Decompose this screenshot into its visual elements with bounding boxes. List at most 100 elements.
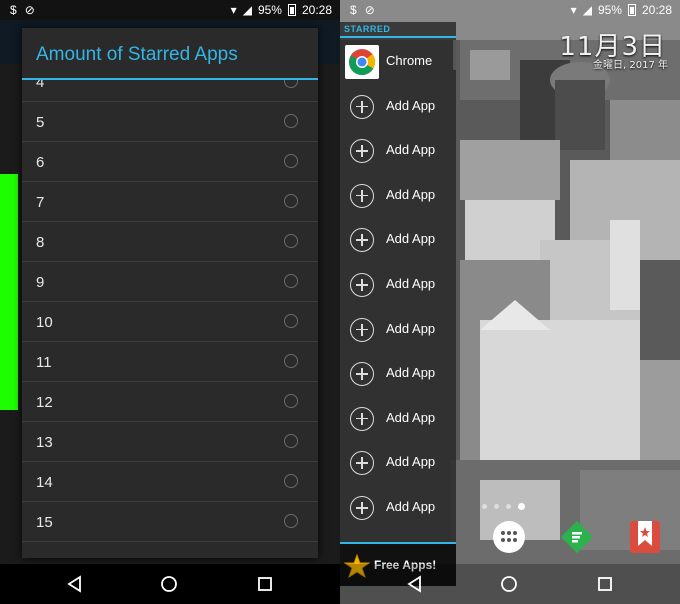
option-row[interactable]: 6: [22, 142, 318, 182]
add-icon: [350, 139, 374, 164]
home-icon[interactable]: [498, 574, 520, 594]
wunderlist-icon[interactable]: [628, 520, 662, 554]
status-time: 20:28: [301, 3, 332, 17]
add-app-slot[interactable]: Add App: [340, 441, 452, 485]
radio-button[interactable]: [284, 474, 298, 488]
radio-button[interactable]: [284, 194, 298, 208]
add-icon: [350, 406, 374, 431]
add-icon: [350, 273, 374, 297]
green-color-swatch: [0, 174, 18, 410]
feedly-icon[interactable]: [560, 520, 594, 554]
add-icon: [350, 362, 374, 387]
battery-icon: [627, 4, 636, 16]
status-bar: $ ⊘ ▾ ◢ 95% 20:28: [0, 0, 340, 20]
signal-icon: ◢: [582, 3, 592, 17]
app-label: Add App: [386, 276, 436, 291]
add-icon: [350, 317, 374, 342]
starred-header: STARRED: [340, 22, 456, 38]
starred-apps-panel: STARRED Chrome Add App Add App Add App Add A…: [340, 22, 456, 586]
back-icon[interactable]: [64, 574, 86, 594]
app-label: Add App: [386, 142, 436, 158]
option-row[interactable]: 4: [22, 80, 318, 102]
wifi-icon: ▾: [230, 3, 237, 17]
add-app-slot[interactable]: Add App: [340, 397, 452, 441]
dollar-notification-icon: $: [10, 3, 17, 17]
wifi-icon: ▾: [570, 3, 577, 17]
option-row[interactable]: 10: [22, 302, 318, 342]
app-label: Add App: [386, 409, 436, 425]
battery-percent: 95%: [257, 3, 282, 17]
navigation-bar-right: [340, 564, 680, 604]
radio-button[interactable]: [284, 80, 298, 88]
add-app-slot[interactable]: Add App: [340, 174, 452, 218]
option-row[interactable]: 14: [22, 462, 318, 502]
add-icon: [350, 496, 374, 520]
option-label: 15: [36, 514, 53, 531]
option-row[interactable]: 5: [22, 102, 318, 142]
radio-button[interactable]: [284, 314, 298, 328]
option-row[interactable]: 11: [22, 342, 318, 382]
app-label: Chrome: [386, 53, 433, 68]
app-label: Add App: [386, 97, 436, 113]
radio-button[interactable]: [284, 514, 298, 528]
add-icon: [350, 451, 374, 476]
panel-scrollbar[interactable]: [453, 40, 456, 70]
app-label: Add App: [386, 365, 436, 381]
add-app-slot[interactable]: Add App: [340, 85, 452, 129]
app-label: Add App: [386, 186, 436, 202]
dialog-option-list[interactable]: 4 5 6 7 8 9 10 11 12 13 14 15: [22, 80, 318, 558]
radio-button[interactable]: [284, 394, 298, 408]
radio-button[interactable]: [284, 434, 298, 448]
option-row[interactable]: 7: [22, 182, 318, 222]
page-dot: [506, 504, 511, 509]
sync-off-icon: ⊘: [24, 3, 35, 17]
add-icon: [350, 183, 374, 208]
add-app-slot[interactable]: Add App: [340, 218, 452, 262]
radio-button[interactable]: [284, 234, 298, 248]
option-label: 6: [36, 154, 45, 171]
chrome-icon: [345, 45, 379, 79]
status-bar-right: $ ⊘ ▾ ◢ 95% 20:28: [340, 0, 680, 20]
option-label: 5: [36, 114, 45, 131]
add-app-slot[interactable]: Add App: [340, 308, 452, 352]
option-row[interactable]: 8: [22, 222, 318, 262]
app-label: Add App: [386, 320, 436, 336]
option-row[interactable]: 15: [22, 502, 318, 542]
add-icon: [350, 94, 374, 119]
page-dot: [494, 504, 499, 509]
add-app-slot[interactable]: Add App: [340, 129, 452, 173]
option-label: 10: [36, 314, 53, 331]
clock-widget-weekday: 金曜日, 2017 年: [593, 60, 668, 71]
option-label: 11: [36, 354, 52, 371]
add-app-slot[interactable]: Add App: [340, 352, 452, 396]
status-time: 20:28: [641, 3, 672, 17]
option-label: 14: [36, 474, 53, 491]
option-label: 12: [36, 394, 53, 411]
starred-app-chrome[interactable]: Chrome: [340, 40, 452, 84]
radio-button[interactable]: [284, 274, 298, 288]
app-drawer-icon[interactable]: [492, 520, 526, 554]
option-label: 13: [36, 434, 53, 451]
option-row[interactable]: 13: [22, 422, 318, 462]
add-app-slot[interactable]: Add App: [340, 263, 452, 307]
radio-button[interactable]: [284, 354, 298, 368]
page-dot-active: [518, 503, 525, 510]
option-label: 8: [36, 234, 45, 251]
add-icon: [350, 228, 374, 253]
option-label: 9: [36, 274, 45, 291]
add-app-slot[interactable]: Add App: [340, 486, 452, 530]
battery-icon: [287, 4, 296, 16]
option-row[interactable]: 12: [22, 382, 318, 422]
option-row[interactable]: 9: [22, 262, 318, 302]
recents-icon[interactable]: [254, 574, 276, 594]
app-label: Add App: [386, 231, 436, 247]
app-label: Add App: [386, 454, 436, 470]
home-icon[interactable]: [158, 574, 180, 594]
back-icon[interactable]: [404, 574, 426, 594]
radio-button[interactable]: [284, 114, 298, 128]
sync-off-icon: ⊘: [364, 3, 375, 17]
app-label: Add App: [386, 499, 436, 514]
dialog-title: Amount of Starred Apps: [22, 28, 318, 80]
radio-button[interactable]: [284, 154, 298, 168]
recents-icon[interactable]: [594, 574, 616, 594]
